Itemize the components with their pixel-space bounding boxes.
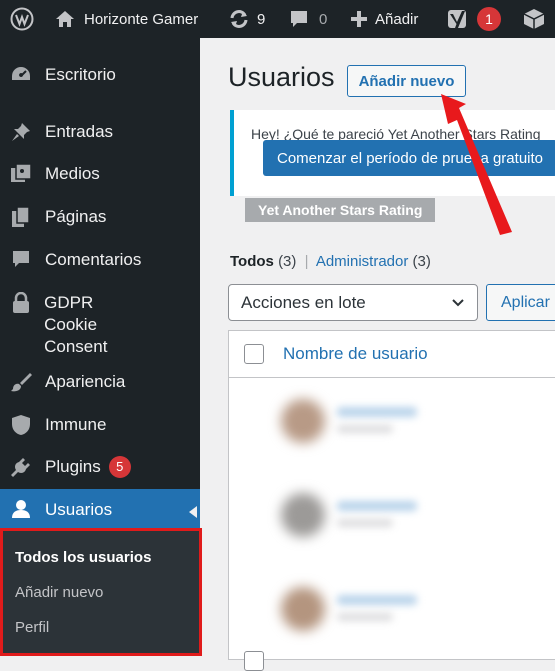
row-meta-blurred: [337, 519, 393, 527]
filter-all-count: (3): [278, 253, 297, 270]
filter-all[interactable]: Todos: [230, 253, 274, 270]
start-trial-button[interactable]: Comenzar el período de prueba gratuito: [263, 140, 555, 176]
yoast-logo-icon: [447, 7, 469, 31]
updates-link[interactable]: 9: [228, 0, 265, 38]
sidebar-item-comments[interactable]: Comentarios: [0, 249, 200, 271]
wordpress-logo-icon[interactable]: [10, 0, 34, 38]
site-name-link[interactable]: Horizonte Gamer: [55, 0, 198, 38]
filter-administrator[interactable]: Administrador: [316, 253, 409, 270]
sidebar-item-dashboard[interactable]: Escritorio: [0, 64, 200, 86]
updates-icon: [228, 9, 250, 29]
new-content-link[interactable]: Añadir: [351, 0, 418, 38]
sidebar-item-label: Usuarios: [45, 500, 113, 519]
add-new-user-button[interactable]: Añadir nuevo: [347, 65, 466, 97]
sidebar-item-plugins[interactable]: Plugins 5: [0, 456, 200, 478]
updates-count: 9: [257, 10, 266, 28]
sidebar-item-immune[interactable]: Immune: [0, 414, 200, 436]
select-all-checkbox[interactable]: [244, 344, 264, 364]
comment-icon: [9, 249, 33, 269]
plugin-notice: Hey! ¿Qué te pareció Yet Another Stars R…: [230, 110, 555, 196]
page-title: Usuarios: [228, 62, 335, 92]
pages-icon: [9, 206, 33, 228]
active-pointer-icon: [189, 506, 197, 518]
row-meta-blurred: [337, 425, 393, 433]
sidebar-item-label: Plugins: [45, 457, 101, 476]
sidebar-item-label: Apariencia: [45, 372, 126, 391]
filter-separator: |: [304, 253, 309, 270]
notice-plugin-tag: Yet Another Stars Rating: [245, 198, 436, 222]
bulk-actions-select[interactable]: Acciones en lote: [228, 284, 478, 321]
sidebar-item-gdpr[interactable]: GDPR Cookie Consent: [0, 292, 150, 358]
pin-icon: [9, 121, 33, 143]
column-username[interactable]: Nombre de usuario: [283, 344, 428, 364]
chevron-down-icon: [452, 299, 464, 307]
comment-bubble-icon: [289, 9, 309, 29]
sidebar-item-label: Entradas: [45, 122, 114, 141]
site-name-label: Horizonte Gamer: [84, 10, 199, 28]
sidebar-item-label: Comentarios: [45, 250, 142, 269]
admin-sidebar: Escritorio Entradas Medios Páginas Comen…: [0, 38, 202, 656]
sidebar-item-media[interactable]: Medios: [0, 163, 200, 185]
sidebar-item-label: Páginas: [45, 207, 107, 226]
plus-icon: [351, 11, 367, 27]
comments-link[interactable]: 0: [289, 0, 327, 38]
comments-count: 0: [319, 10, 328, 28]
filter-admin-count: (3): [412, 253, 431, 270]
lock-icon: [9, 292, 32, 314]
highlight-box: [0, 528, 202, 656]
home-icon: [55, 10, 75, 28]
sidebar-item-label: Immune: [45, 415, 107, 434]
plugin-icon: [9, 456, 33, 478]
avatar: [281, 399, 325, 443]
shield-icon: [9, 414, 33, 436]
table-row: [229, 565, 555, 655]
table-header: Nombre de usuario: [229, 331, 555, 378]
sidebar-item-posts[interactable]: Entradas: [0, 121, 200, 143]
table-row: [229, 471, 555, 561]
apply-button[interactable]: Aplicar: [486, 284, 555, 321]
sidebar-item-appearance[interactable]: Apariencia: [0, 371, 200, 393]
table-row: [229, 377, 555, 467]
sidebar-item-label: Medios: [45, 164, 100, 183]
brush-icon: [9, 371, 33, 393]
bulk-actions-label: Acciones en lote: [241, 292, 366, 312]
row-meta-blurred: [337, 613, 393, 621]
username-blurred[interactable]: [337, 407, 417, 417]
username-blurred[interactable]: [337, 501, 417, 511]
row-checkbox[interactable]: [244, 651, 264, 671]
main-content: Usuarios Añadir nuevo Hey! ¿Qué te parec…: [200, 38, 555, 671]
yoast-count-badge: 1: [477, 7, 501, 31]
add-new-label: Añadir: [375, 10, 419, 28]
sidebar-item-pages[interactable]: Páginas: [0, 206, 200, 228]
users-table: Nombre de usuario: [228, 330, 555, 671]
sidebar-item-label: GDPR Cookie Consent: [44, 293, 108, 356]
user-icon: [9, 499, 33, 519]
admin-bar: Horizonte Gamer 9 0 Añadir 1: [0, 0, 555, 38]
dashboard-icon: [9, 64, 33, 86]
plugins-update-badge: 5: [108, 456, 131, 478]
avatar: [281, 493, 325, 537]
avatar: [281, 587, 325, 631]
username-blurred[interactable]: [337, 595, 417, 605]
media-icon: [9, 163, 33, 185]
role-filters: Todos (3) | Administrador (3): [230, 253, 431, 270]
cube-icon[interactable]: [523, 0, 545, 38]
sidebar-item-users[interactable]: Usuarios: [0, 499, 200, 521]
yoast-menu[interactable]: 1: [447, 0, 501, 38]
sidebar-item-label: Escritorio: [45, 65, 116, 84]
